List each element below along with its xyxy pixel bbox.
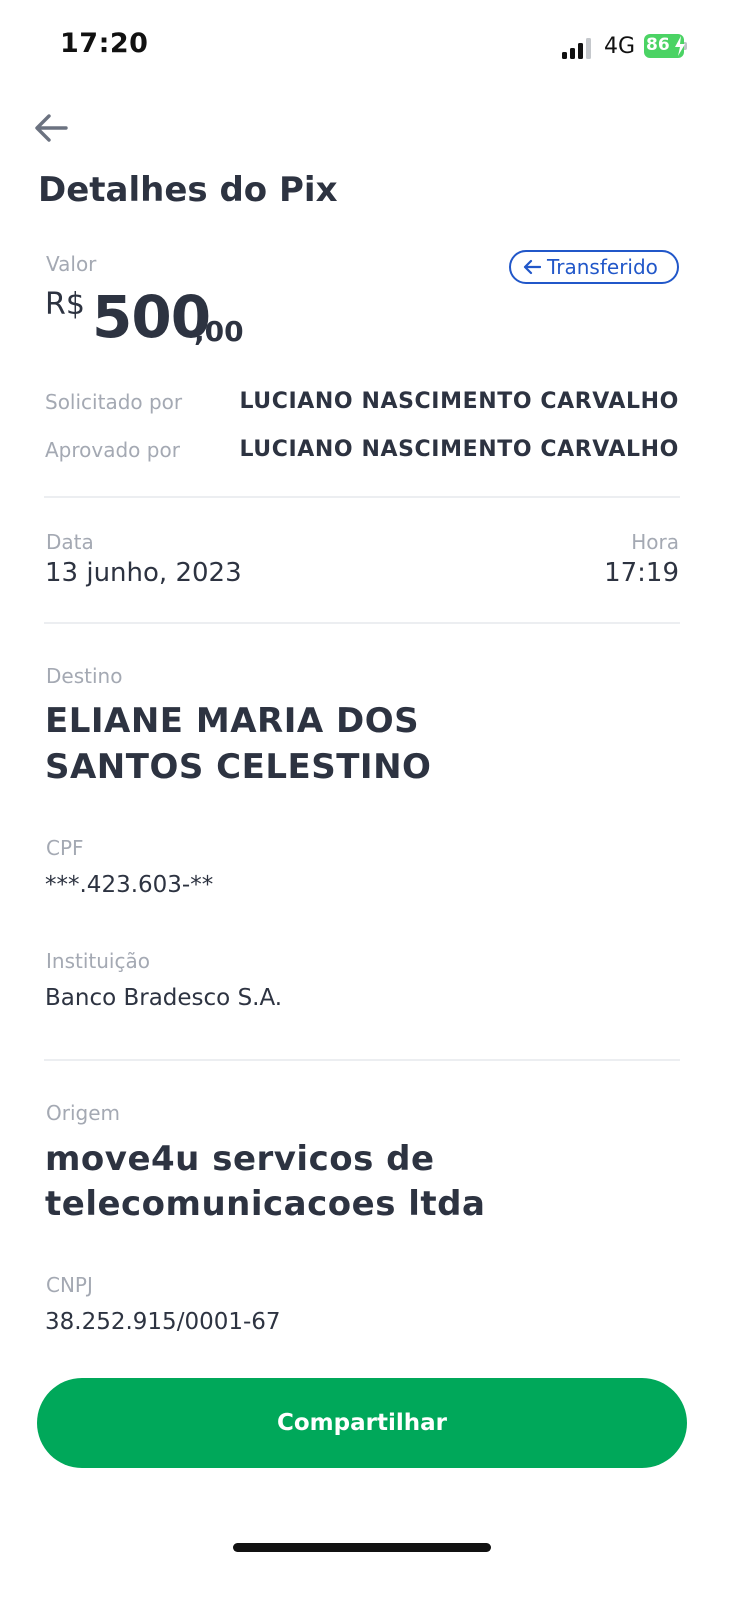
charging-bolt-icon	[675, 36, 685, 56]
approved-by-label: Aprovado por	[45, 438, 180, 462]
amount-decimal: ,00	[194, 315, 244, 348]
requested-by-value: LUCIANO NASCIMENTO CARVALHO	[239, 389, 679, 414]
status-time: 17:20	[60, 28, 149, 59]
signal-icon	[562, 37, 594, 59]
arrow-left-icon	[35, 114, 68, 142]
requested-by-label: Solicitado por	[45, 390, 183, 414]
back-button[interactable]	[34, 112, 68, 144]
page-title: Detalhes do Pix	[38, 170, 338, 210]
destination-name-line2: SANTOS CELESTINO	[45, 747, 432, 787]
share-button-label: Compartilhar	[277, 1410, 447, 1436]
destination-label: Destino	[46, 664, 123, 688]
battery-icon: 86	[644, 34, 688, 58]
institution-label: Instituição	[46, 949, 150, 973]
amount-integer: 500	[92, 283, 211, 351]
currency-symbol: R$	[45, 287, 85, 322]
time-value: 17:19	[604, 558, 679, 588]
institution-value: Banco Bradesco S.A.	[45, 985, 283, 1011]
cpf-label: CPF	[46, 836, 84, 860]
date-value: 13 junho, 2023	[45, 558, 242, 588]
date-label: Data	[46, 530, 94, 554]
origin-name-line2: telecomunicacoes ltda	[45, 1184, 486, 1224]
status-badge-label: Transferido	[547, 255, 658, 279]
origin-label: Origem	[46, 1101, 121, 1125]
origin-name-line1: move4u servicos de	[45, 1139, 435, 1179]
divider	[44, 496, 680, 498]
cnpj-value: 38.252.915/0001-67	[45, 1309, 281, 1335]
share-button[interactable]: Compartilhar	[37, 1378, 687, 1468]
arrow-left-icon	[523, 259, 541, 275]
battery-level: 86	[646, 35, 670, 55]
amount-label: Valor	[46, 252, 97, 276]
divider	[44, 1059, 680, 1061]
destination-name-line1: ELIANE MARIA DOS	[45, 701, 420, 741]
approved-by-value: LUCIANO NASCIMENTO CARVALHO	[239, 437, 679, 462]
cpf-value: ***.423.603-**	[45, 872, 214, 898]
status-badge: Transferido	[509, 250, 679, 284]
cnpj-label: CNPJ	[46, 1273, 93, 1297]
network-type: 4G	[604, 34, 636, 59]
divider	[44, 622, 680, 624]
home-indicator[interactable]	[233, 1543, 491, 1552]
time-label: Hora	[631, 530, 679, 554]
